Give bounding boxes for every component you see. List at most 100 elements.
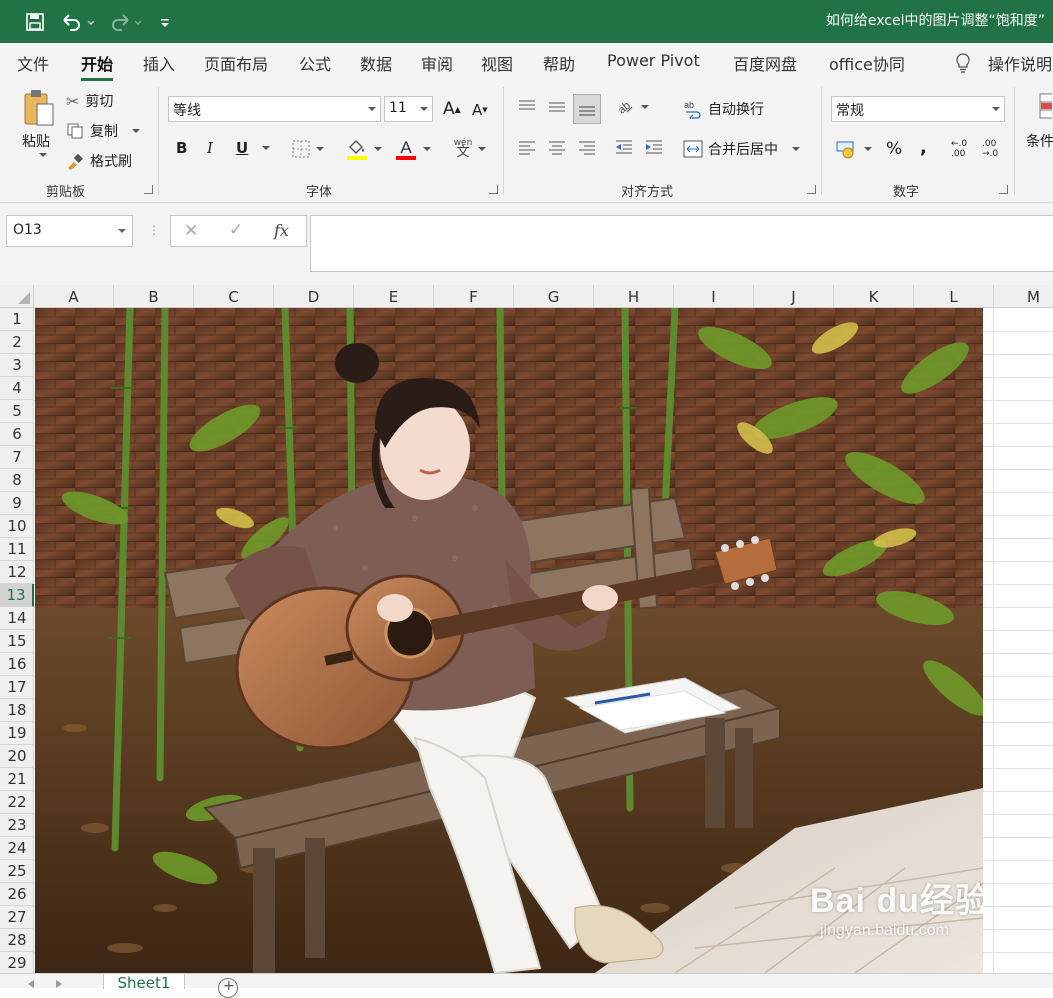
font-name-select[interactable]: 等线 (168, 96, 381, 122)
next-sheet-icon[interactable] (56, 980, 62, 988)
save-icon[interactable] (22, 10, 48, 34)
tab-insert[interactable]: 插入 (143, 51, 175, 75)
align-left-icon[interactable] (514, 135, 540, 159)
add-sheet-icon[interactable]: + (218, 978, 238, 998)
column-header[interactable]: M (994, 285, 1053, 308)
row-header[interactable]: 21 (0, 768, 34, 791)
column-header[interactable]: A (34, 285, 114, 308)
tab-file[interactable]: 文件 (17, 51, 49, 75)
paste-dropdown[interactable] (33, 153, 47, 157)
tab-review[interactable]: 审阅 (421, 51, 453, 75)
insert-function-icon[interactable]: fx (274, 221, 289, 240)
alignment-launcher-icon[interactable] (807, 185, 816, 194)
tab-data[interactable]: 数据 (360, 51, 392, 75)
align-bottom-icon[interactable] (573, 94, 601, 124)
tell-me-search[interactable]: 操作说明 (988, 51, 1052, 75)
row-header[interactable]: 9 (0, 492, 34, 515)
comma-button[interactable]: , (920, 137, 927, 158)
row-header[interactable]: 28 (0, 929, 34, 952)
redo-icon[interactable] (106, 10, 146, 34)
row-header-selected[interactable]: 13 (0, 584, 34, 607)
borders-button[interactable] (288, 139, 328, 159)
row-header[interactable]: 16 (0, 653, 34, 676)
column-header[interactable]: D (274, 285, 354, 308)
row-header[interactable]: 5 (0, 400, 34, 423)
row-header[interactable]: 23 (0, 814, 34, 837)
decrease-font-icon[interactable]: A ▼ (472, 101, 488, 119)
row-header[interactable]: 27 (0, 906, 34, 929)
fill-color-button[interactable] (343, 137, 385, 161)
underline-button[interactable]: U (236, 139, 248, 157)
column-header[interactable]: I (674, 285, 754, 308)
formula-input[interactable] (310, 215, 1053, 272)
tab-baidu-netdisk[interactable]: 百度网盘 (733, 51, 797, 75)
column-header[interactable]: E (354, 285, 434, 308)
row-header[interactable]: 18 (0, 699, 34, 722)
conditional-format-icon[interactable] (1030, 91, 1053, 121)
increase-indent-icon[interactable] (641, 135, 667, 159)
align-middle-icon[interactable] (544, 95, 570, 119)
column-header[interactable]: F (434, 285, 514, 308)
row-header[interactable]: 4 (0, 377, 34, 400)
row-header[interactable]: 19 (0, 722, 34, 745)
row-header[interactable]: 8 (0, 469, 34, 492)
paste-icon[interactable] (18, 87, 60, 129)
row-header[interactable]: 2 (0, 331, 34, 354)
column-header[interactable]: G (514, 285, 594, 308)
font-launcher-icon[interactable] (489, 185, 498, 194)
prev-sheet-icon[interactable] (28, 980, 34, 988)
cancel-icon[interactable]: ✕ (184, 221, 198, 241)
column-header[interactable]: H (594, 285, 674, 308)
number-format-select[interactable]: 常规 (831, 96, 1005, 122)
tab-home[interactable]: 开始 (81, 51, 114, 81)
decrease-decimal-button[interactable]: .00 →.0 (982, 139, 1006, 159)
cut-button[interactable]: ✂ 剪切 (66, 91, 113, 111)
accounting-format-button[interactable] (833, 137, 875, 161)
row-header[interactable]: 10 (0, 515, 34, 538)
row-header[interactable]: 11 (0, 538, 34, 561)
align-right-icon[interactable] (574, 135, 600, 159)
row-header[interactable]: 22 (0, 791, 34, 814)
column-header[interactable]: J (754, 285, 834, 308)
column-header[interactable]: C (194, 285, 274, 308)
row-header[interactable]: 17 (0, 676, 34, 699)
increase-decimal-button[interactable]: ←.0 .00 (951, 139, 975, 159)
format-painter-button[interactable]: 格式刷 (66, 151, 132, 171)
number-launcher-icon[interactable] (999, 185, 1008, 194)
phonetic-button[interactable]: wén 文 (449, 137, 491, 161)
column-header[interactable]: L (914, 285, 994, 308)
copy-button[interactable]: 复制 (66, 121, 140, 141)
worksheet-grid[interactable]: A B C D E F G H I J K L M 1 2 3 4 5 6 7 … (0, 285, 1053, 973)
tab-power-pivot[interactable]: Power Pivot (607, 51, 700, 70)
decrease-indent-icon[interactable] (611, 135, 637, 159)
align-top-icon[interactable] (514, 95, 540, 119)
row-header[interactable]: 6 (0, 423, 34, 446)
sheet-tab-sheet1[interactable]: Sheet1 (103, 974, 185, 989)
enter-icon[interactable]: ✓ (229, 220, 243, 240)
tab-page-layout[interactable]: 页面布局 (204, 51, 268, 75)
row-header[interactable]: 7 (0, 446, 34, 469)
bold-button[interactable]: B (176, 139, 187, 157)
row-header[interactable]: 14 (0, 607, 34, 630)
paste-button[interactable]: 粘贴 (22, 131, 50, 151)
column-header[interactable]: K (834, 285, 914, 308)
row-header[interactable]: 15 (0, 630, 34, 653)
column-header[interactable]: B (114, 285, 194, 308)
tab-help[interactable]: 帮助 (543, 51, 575, 75)
inserted-picture[interactable]: Bai du经验 jingyan.baidu.com (35, 308, 983, 973)
row-header[interactable]: 3 (0, 354, 34, 377)
percent-button[interactable]: % (886, 139, 902, 159)
underline-dropdown[interactable] (256, 146, 270, 150)
row-header[interactable]: 12 (0, 561, 34, 584)
merge-center-button[interactable]: 合并后居中 (683, 139, 800, 159)
lightbulb-icon[interactable] (952, 52, 974, 74)
customize-icon[interactable] (156, 10, 174, 34)
orientation-button[interactable]: ab (613, 95, 651, 119)
clipboard-launcher-icon[interactable] (144, 185, 153, 194)
name-box[interactable]: O13 (6, 215, 133, 247)
tab-formulas[interactable]: 公式 (299, 51, 331, 75)
align-center-icon[interactable] (544, 135, 570, 159)
conditional-format-button[interactable]: 条件 (1026, 131, 1053, 151)
drag-handle-icon[interactable]: ⋮ (148, 223, 160, 237)
increase-font-icon[interactable]: A ▲ (443, 99, 461, 119)
